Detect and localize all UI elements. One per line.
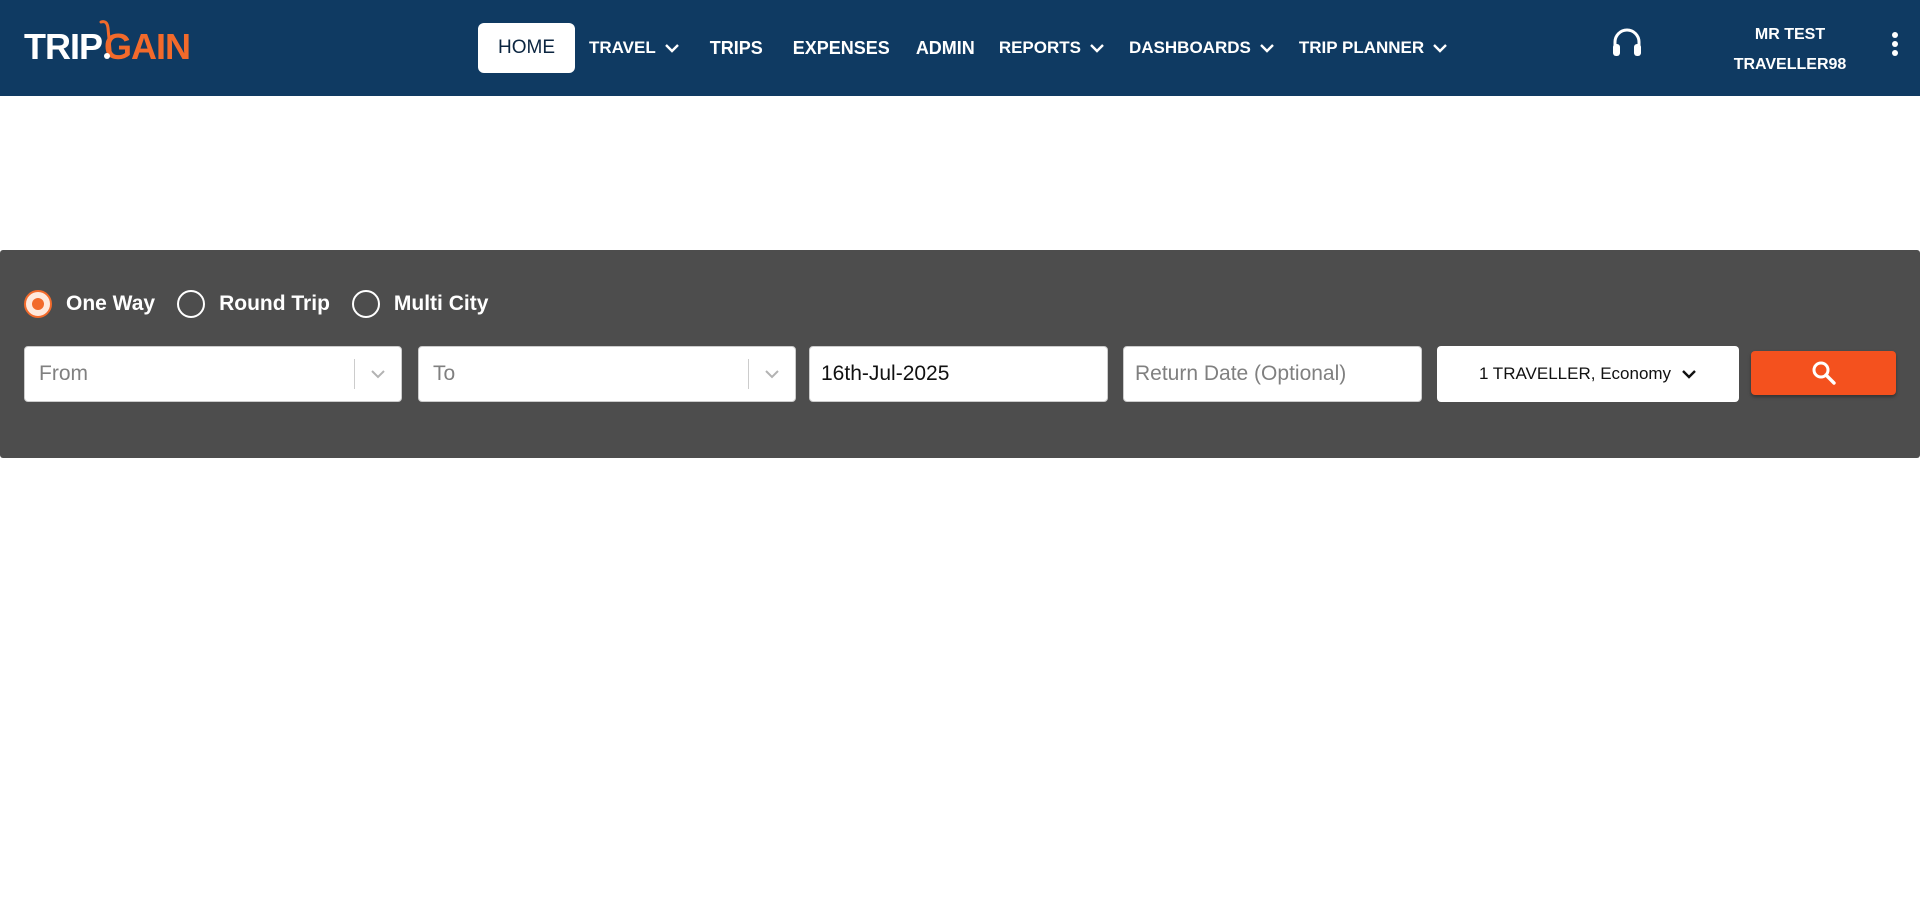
radio-one-way[interactable]: One Way (24, 290, 155, 318)
nav-expenses-label: EXPENSES (792, 37, 890, 58)
nav-trips[interactable]: TRIPS (710, 23, 763, 73)
radio-multi-city-label: Multi City (393, 292, 489, 315)
logo-cart-icon (99, 20, 112, 59)
logo-text-gain-label: GAIN (104, 26, 191, 67)
nav-admin-label: ADMIN (915, 37, 975, 58)
headset-icon[interactable] (1610, 26, 1644, 60)
nav-home[interactable]: HOME (478, 23, 575, 73)
nav-trips-label: TRIPS (709, 37, 763, 58)
return-date-input[interactable] (1124, 347, 1421, 401)
top-navbar: TRIP GAIN HOME TRAVEL TRIPS EXPENSES ADM… (0, 0, 1920, 96)
from-field[interactable] (24, 346, 402, 402)
nav-dashboards-label: DASHBOARDS (1129, 38, 1251, 57)
main-nav: HOME TRAVEL TRIPS EXPENSES ADMIN REPORTS… (478, 23, 1448, 73)
radio-round-trip-label: Round Trip (219, 292, 330, 315)
nav-reports-label: REPORTS (998, 38, 1081, 57)
depart-date-field[interactable] (809, 346, 1108, 402)
nav-home-label: HOME (498, 37, 555, 58)
chevron-down-icon (764, 370, 779, 379)
logo-text-trip: TRIP (24, 26, 103, 67)
logo-text-gain: GAIN (99, 20, 191, 72)
chevron-down-icon (1682, 370, 1696, 379)
radio-circle (351, 290, 380, 318)
traveller-class-selector[interactable]: 1 TRAVELLER, Economy (1437, 346, 1739, 402)
nav-dashboards[interactable]: DASHBOARDS (1129, 23, 1275, 73)
chevron-down-icon (1259, 44, 1274, 53)
radio-circle (177, 290, 206, 318)
flight-search-panel: One Way Round Trip Multi City 1 TRAVELLE… (0, 250, 1920, 458)
return-date-field[interactable] (1123, 346, 1422, 402)
chevron-down-icon (1090, 44, 1104, 53)
to-input[interactable] (419, 347, 748, 401)
chevron-down-icon (664, 44, 679, 53)
radio-multi-city[interactable]: Multi City (351, 290, 489, 318)
tripgain-logo[interactable]: TRIP GAIN (24, 20, 191, 72)
depart-date-input[interactable] (810, 347, 1107, 401)
nav-trip-planner-label: TRIP PLANNER (1298, 38, 1425, 57)
user-name-line2: TRAVELLER98 (1733, 56, 1847, 73)
radio-circle-checked (24, 290, 52, 318)
search-icon (1812, 361, 1836, 385)
traveller-class-label: 1 TRAVELLER, Economy (1478, 364, 1672, 383)
nav-admin[interactable]: ADMIN (916, 23, 975, 73)
nav-expenses[interactable]: EXPENSES (793, 23, 890, 73)
nav-travel-label: TRAVEL (589, 38, 656, 57)
radio-round-trip[interactable]: Round Trip (177, 290, 330, 318)
user-name-line1: MR TEST (1754, 26, 1826, 43)
to-field[interactable] (418, 346, 796, 402)
chevron-down-icon (1433, 44, 1448, 53)
from-input[interactable] (25, 347, 354, 401)
trip-type-group: One Way Round Trip Multi City (24, 290, 510, 318)
radio-one-way-label: One Way (66, 292, 156, 315)
kebab-menu-icon[interactable] (1886, 32, 1904, 62)
nav-reports[interactable]: REPORTS (999, 23, 1105, 73)
user-profile[interactable]: MR TEST TRAVELLER98 (1720, 20, 1860, 80)
chevron-down-icon (370, 370, 385, 379)
search-button[interactable] (1751, 351, 1896, 395)
to-dropdown-toggle[interactable] (748, 347, 795, 401)
nav-travel[interactable]: TRAVEL (589, 23, 680, 73)
nav-trip-planner[interactable]: TRIP PLANNER (1299, 23, 1448, 73)
from-dropdown-toggle[interactable] (354, 347, 401, 401)
